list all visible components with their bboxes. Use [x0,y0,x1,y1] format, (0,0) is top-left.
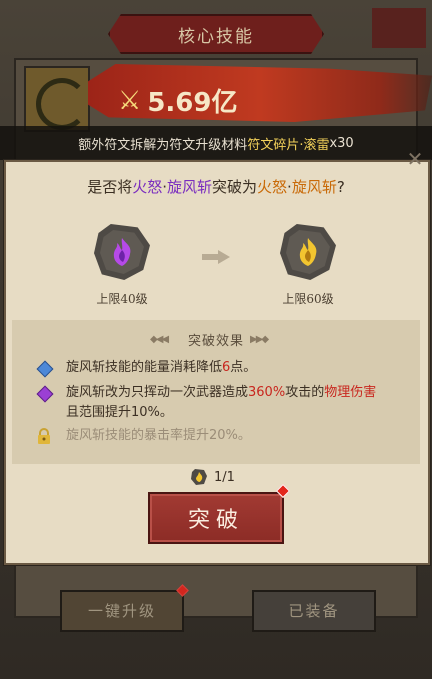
purple-flame-rune-icon [113,238,131,266]
effect-item-damage: 旋风斩改为只挥动一次武器造成360%攻击的物理伤害 且范围提升10%。 [66,383,376,423]
effects-title: 突破效果 [187,334,244,349]
question-text: 突破为 [212,178,258,196]
rune-material-icon [191,469,207,485]
cost-row: 1/1 [190,468,235,486]
breakthrough-question: 是否将火怒·旋风斩突破为火怒·旋风斩? [0,176,432,197]
from-rune-level-cap: 上限40级 [96,292,148,306]
effect-item-crit-locked: 旋风斩技能的暴击率提升20%。 [66,428,251,443]
notice-item: 符文碎片·滚雷 [247,137,330,153]
lock-icon [38,428,50,444]
notice-strip: 额外符文拆解为符文升级材料 符文碎片·滚雷 x30 [0,126,432,160]
from-rune [94,224,150,280]
to-rune-level-cap: 上限60级 [282,292,334,306]
effect-highlight: 360% [248,385,286,400]
notice-text: 额外符文拆解为符文升级材料 [78,137,248,153]
skill-icon [24,66,90,132]
corner-decoration [372,8,426,48]
from-skill-name: 旋风斩 [167,178,213,196]
effect-highlight: 物理伤害 [324,385,377,400]
power-value: 5.69亿 [147,88,238,118]
to-rune [280,224,336,280]
breakthrough-button[interactable]: 突破 [148,492,284,544]
arrow-right-icon [202,250,230,264]
effect-item-energy: 旋风斩技能的能量消耗降低6点。 [66,358,256,378]
from-rune-name: 火怒 [132,178,163,196]
equipped-button[interactable]: 已装备 [252,590,376,632]
page-title: 核心技能 [178,27,254,47]
effect-text: 且范围提升10%。 [66,405,173,420]
effect-text: 攻击的 [285,385,325,400]
effect-text: 旋风斩技能的能量消耗降低 [66,360,223,375]
question-text: 是否将 [87,178,133,196]
notice-count: x30 [329,135,354,151]
gold-flame-rune-icon [299,238,317,266]
upgrade-all-button[interactable]: 一键升级 [60,590,184,632]
to-rune-name: 火怒 [257,178,288,196]
effect-text: 点。 [230,360,257,375]
question-mark: ? [336,178,345,196]
close-icon[interactable]: ✕ [404,148,426,170]
decor-arrows-right: ▶▶◆ [250,334,269,345]
effect-text: 旋风斩改为只挥动一次武器造成 [66,385,249,400]
power-display: ⚔ 5.69亿 [118,82,237,119]
crossed-swords-icon: ⚔ [118,85,142,116]
cost-count: 1/1 [214,469,235,485]
to-skill-name: 旋风斩 [291,178,337,196]
